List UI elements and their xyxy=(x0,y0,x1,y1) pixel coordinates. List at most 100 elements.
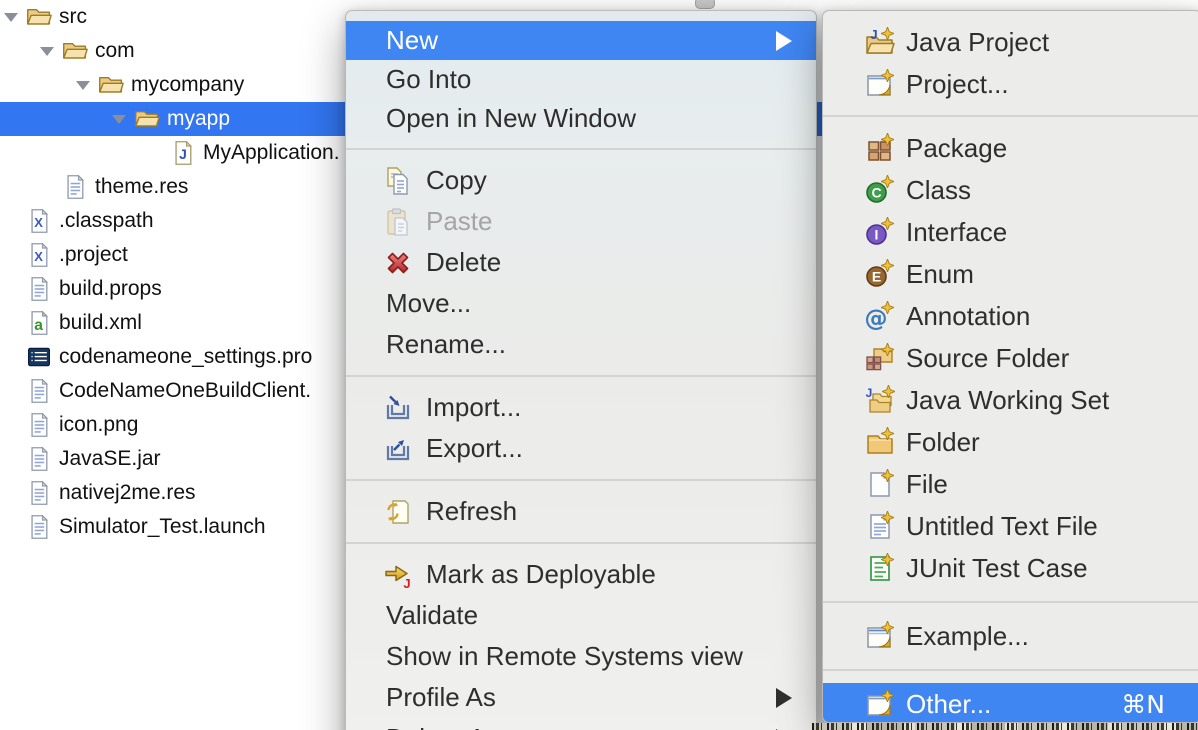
xml-file-icon xyxy=(26,208,52,234)
xml-file-icon xyxy=(26,242,52,268)
new-package-icon xyxy=(865,133,895,163)
tree-item-label: build.xml xyxy=(59,311,142,335)
expand-arrow-icon[interactable] xyxy=(4,13,18,22)
menu-item-validate[interactable]: Validate xyxy=(346,595,816,636)
menu-separator xyxy=(823,601,1198,603)
menu-item-label: Profile As xyxy=(386,682,496,713)
tree-item-label: .project xyxy=(59,243,128,267)
menu-item-export[interactable]: Export... xyxy=(346,428,816,469)
menu-item-move[interactable]: Move... xyxy=(346,283,816,324)
menu-item-rename[interactable]: Rename... xyxy=(346,324,816,365)
menu-item-label: Enum xyxy=(906,259,974,290)
tree-item-label: .classpath xyxy=(59,209,154,233)
tree-item-label: mycompany xyxy=(131,73,244,97)
open-folder-icon xyxy=(134,106,160,132)
context-menu: New Go Into Open in New Window Copy Past… xyxy=(345,10,817,730)
menu-item-label: New xyxy=(386,25,438,56)
menu-item-label: JUnit Test Case xyxy=(906,553,1088,584)
new-file-icon xyxy=(865,469,895,499)
submenu-item-enum[interactable]: Enum xyxy=(823,253,1198,295)
paste-icon xyxy=(383,207,413,237)
menu-item-label: Delete xyxy=(426,247,501,278)
menu-separator xyxy=(346,542,816,544)
menu-item-debug-as[interactable]: Debug As xyxy=(346,718,816,730)
tree-item-label: theme.res xyxy=(95,175,188,199)
menu-item-label: Show in Remote Systems view xyxy=(386,641,743,672)
menu-item-go-into[interactable]: Go Into xyxy=(346,60,816,99)
submenu-item-class[interactable]: Class xyxy=(823,169,1198,211)
submenu-item-interface[interactable]: Interface xyxy=(823,211,1198,253)
tree-item-label: src xyxy=(59,5,87,29)
mark-deployable-icon xyxy=(383,560,413,590)
submenu-item-example[interactable]: Example... xyxy=(823,615,1198,657)
tree-item-label: MyApplication. xyxy=(203,141,340,165)
submenu-item-file[interactable]: File xyxy=(823,463,1198,505)
new-enum-icon xyxy=(865,259,895,289)
menu-item-label: Other... xyxy=(906,689,991,720)
menu-item-copy[interactable]: Copy xyxy=(346,160,816,201)
menu-item-label: Package xyxy=(906,133,1007,164)
submenu-item-folder[interactable]: Folder xyxy=(823,421,1198,463)
menu-item-label: Example... xyxy=(906,621,1029,652)
menu-item-label: Project... xyxy=(906,69,1009,100)
menu-item-label: Mark as Deployable xyxy=(426,559,656,590)
menu-item-paste[interactable]: Paste xyxy=(346,201,816,242)
expand-arrow-icon[interactable] xyxy=(76,81,90,90)
new-class-icon xyxy=(865,175,895,205)
menu-item-profile-as[interactable]: Profile As xyxy=(346,677,816,718)
new-project-icon xyxy=(865,69,895,99)
open-folder-icon xyxy=(26,4,52,30)
tree-item-label: icon.png xyxy=(59,413,138,437)
menu-item-open-in-new-window[interactable]: Open in New Window xyxy=(346,99,816,138)
tree-item-label: build.props xyxy=(59,277,162,301)
delete-icon xyxy=(383,248,413,278)
file-icon xyxy=(26,480,52,506)
new-other-icon xyxy=(865,689,895,719)
submenu-item-project[interactable]: Project... xyxy=(823,63,1198,105)
new-junit-test-case-icon xyxy=(865,553,895,583)
submenu-item-package[interactable]: Package xyxy=(823,127,1198,169)
menu-item-import[interactable]: Import... xyxy=(346,387,816,428)
expand-arrow-icon[interactable] xyxy=(112,115,126,124)
submenu-item-annotation[interactable]: Annotation xyxy=(823,295,1198,337)
menu-item-label: Source Folder xyxy=(906,343,1069,374)
file-icon xyxy=(26,514,52,540)
menu-item-label: Untitled Text File xyxy=(906,511,1098,542)
menu-item-shortcut: ⌘N xyxy=(1121,690,1165,719)
artifact-strip xyxy=(812,723,1198,730)
java-file-icon xyxy=(170,140,196,166)
refresh-icon xyxy=(383,497,413,527)
menu-item-label: Open in New Window xyxy=(386,103,636,134)
new-java-project-icon xyxy=(865,27,895,57)
tree-item-label: codenameone_settings.pro xyxy=(59,345,312,369)
submenu-item-untitled-text-file[interactable]: Untitled Text File xyxy=(823,505,1198,547)
menu-item-label: Import... xyxy=(426,392,521,423)
menu-item-label: Refresh xyxy=(426,496,517,527)
menu-item-show-in-remote-systems-view[interactable]: Show in Remote Systems view xyxy=(346,636,816,677)
tree-item-label: CodeNameOneBuildClient. xyxy=(59,379,311,403)
menu-item-delete[interactable]: Delete xyxy=(346,242,816,283)
submenu-item-junit-test-case[interactable]: JUnit Test Case xyxy=(823,547,1198,589)
new-untitled-text-file-icon xyxy=(865,511,895,541)
submenu-item-java-working-set[interactable]: Java Working Set xyxy=(823,379,1198,421)
file-icon xyxy=(26,276,52,302)
menu-item-label: Copy xyxy=(426,165,487,196)
menu-item-refresh[interactable]: Refresh xyxy=(346,491,816,532)
new-annotation-icon xyxy=(865,301,895,331)
new-interface-icon xyxy=(865,217,895,247)
menu-separator xyxy=(823,669,1198,671)
submenu-arrow-icon xyxy=(776,31,792,51)
import-icon xyxy=(383,393,413,423)
file-icon xyxy=(26,378,52,404)
menu-separator xyxy=(346,479,816,481)
menu-item-label: Rename... xyxy=(386,329,506,360)
submenu-item-java-project[interactable]: Java Project xyxy=(823,21,1198,63)
scrollbar-thumb[interactable] xyxy=(695,0,715,9)
submenu-item-source-folder[interactable]: Source Folder xyxy=(823,337,1198,379)
menu-item-mark-as-deployable[interactable]: Mark as Deployable xyxy=(346,554,816,595)
expand-arrow-icon[interactable] xyxy=(40,47,54,56)
new-java-working-set-icon xyxy=(865,385,895,415)
menu-item-new[interactable]: New xyxy=(346,21,816,60)
submenu-item-other[interactable]: Other... ⌘N xyxy=(823,683,1198,723)
menu-item-label: Paste xyxy=(426,206,493,237)
